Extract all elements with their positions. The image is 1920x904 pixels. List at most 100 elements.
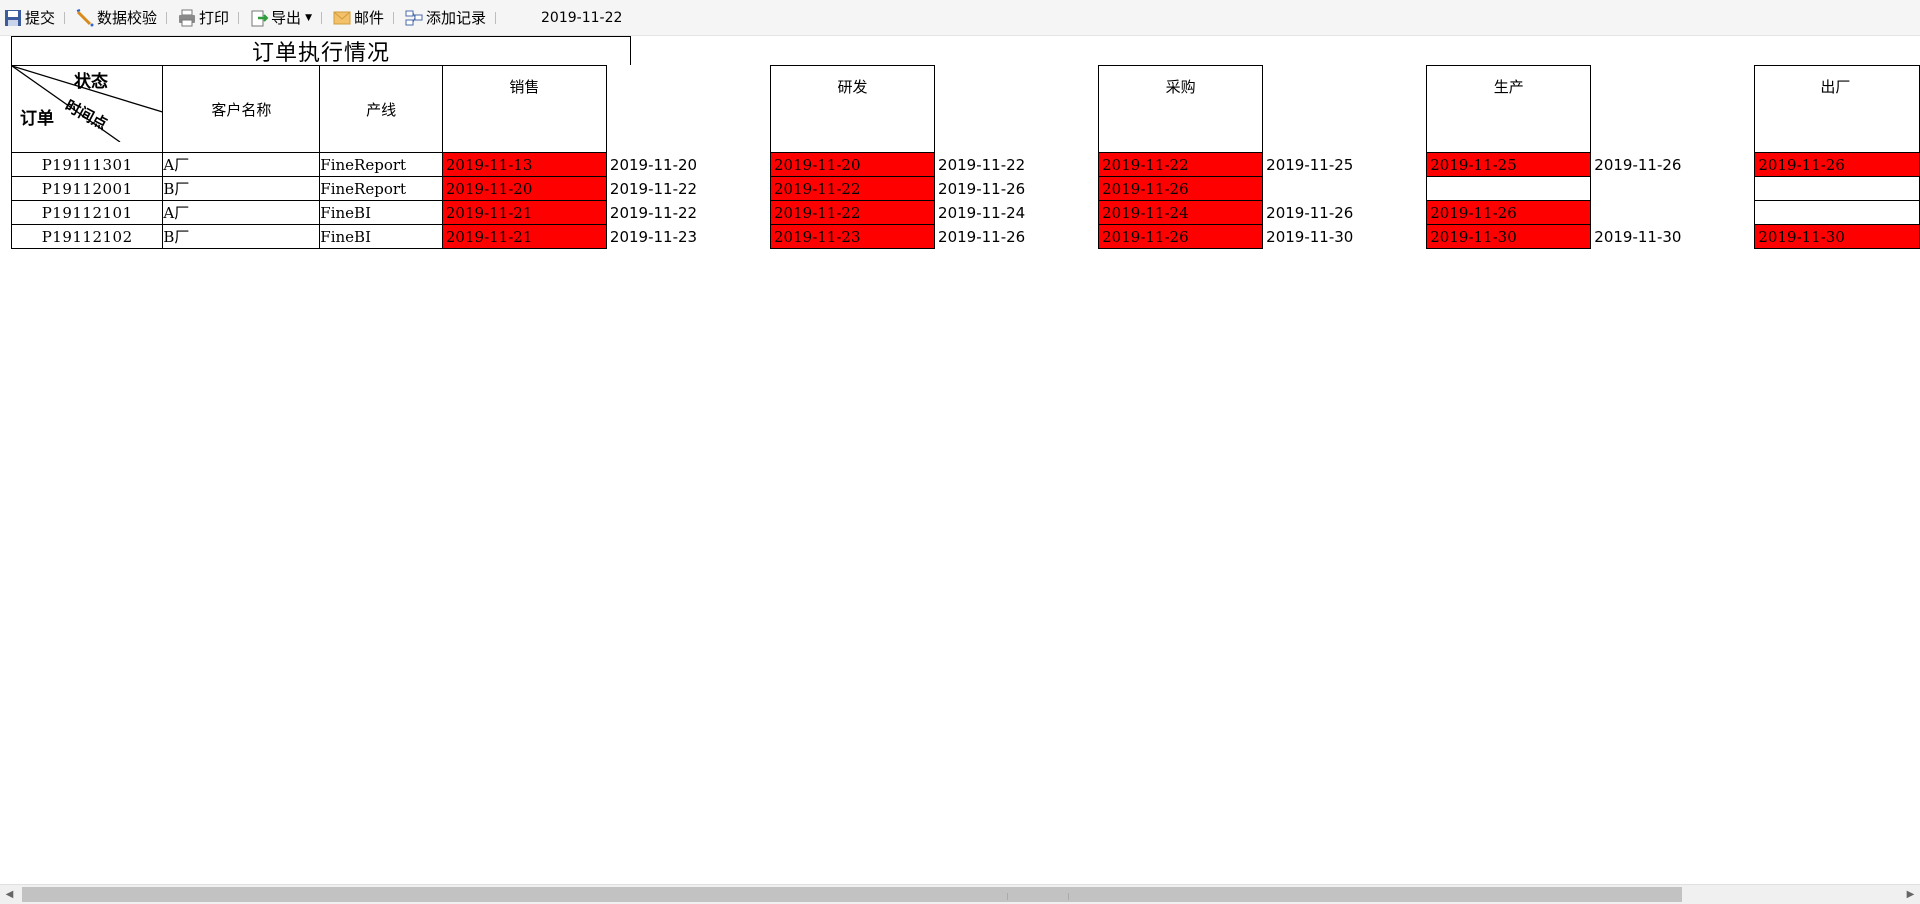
table-row: P19111301 A厂 FineReport 2019-11-13 2019-11-2… xyxy=(10,152,1920,177)
order-cell[interactable]: P19112102 xyxy=(10,224,164,249)
save-icon xyxy=(5,9,21,26)
report-area: 订单执行情况 状态 时间点 订单 客户名称 产线 销售 研发 采购 生产 出厂 … xyxy=(0,36,1920,884)
spacer xyxy=(935,66,1099,153)
stage-plan-cell[interactable]: 2019-11-23 xyxy=(770,224,936,249)
report-grid: 状态 时间点 订单 客户名称 产线 销售 研发 采购 生产 出厂 P191113… xyxy=(10,65,1920,249)
spacer xyxy=(1591,66,1755,153)
add-record-button[interactable]: 添加记录 xyxy=(402,4,488,31)
stage-plan-cell[interactable]: 2019-11-21 xyxy=(441,224,607,249)
stage-actual-cell xyxy=(1591,201,1755,225)
stage-actual-cell: 2019-11-25 xyxy=(1266,155,1354,174)
order-cell[interactable]: P19111301 xyxy=(10,152,164,177)
stage-plan-cell[interactable]: 2019-11-26 xyxy=(1426,200,1592,225)
order-cell[interactable]: P19112101 xyxy=(10,200,164,225)
line-cell[interactable]: FineBI xyxy=(319,224,443,249)
add-record-label: 添加记录 xyxy=(426,9,487,27)
report-title: 订单执行情况 xyxy=(11,36,631,66)
scroll-right-icon[interactable]: ▶ xyxy=(1901,885,1920,904)
line-cell[interactable]: FineReport xyxy=(319,176,443,201)
submit-button[interactable]: 提交 xyxy=(1,4,57,31)
stage-plan-cell[interactable]: 2019-11-30 xyxy=(1426,224,1592,249)
stage-plan-cell[interactable]: 2019-11-22 xyxy=(770,200,936,225)
header-stage-purchase: 采购 xyxy=(1098,65,1264,153)
stage-actual-cell: 2019-11-23 xyxy=(609,227,698,246)
table-row: P19112101 A厂 FineBI 2019-11-21 2019-11-22 201… xyxy=(10,200,1920,225)
horizontal-scrollbar[interactable]: ◀ ▶ xyxy=(0,884,1920,904)
header-order: 订单 xyxy=(20,109,54,129)
stage-actual-cell: 2019-11-22 xyxy=(609,179,698,198)
stage-plan-cell[interactable] xyxy=(1426,176,1592,201)
customer-cell[interactable]: A厂 xyxy=(162,152,321,177)
stage-actual-cell: 2019-11-22 xyxy=(938,155,1026,174)
line-cell[interactable]: FineBI xyxy=(319,200,443,225)
toolbar-separator xyxy=(64,11,66,24)
validate-button[interactable]: 数据校验 xyxy=(73,4,159,31)
stage-plan-cell[interactable] xyxy=(1754,176,1920,201)
submit-label: 提交 xyxy=(25,9,56,27)
stage-actual-cell: 2019-11-26 xyxy=(1594,155,1682,174)
scrollbar-thumb[interactable] xyxy=(22,887,1682,902)
toolbar: 提交 数据校验 打印 导出 ▼ 邮件 添加记录 2019-11-22 xyxy=(0,0,1920,36)
header-line: 产线 xyxy=(319,65,443,153)
stage-plan-cell[interactable]: 2019-11-25 xyxy=(1426,152,1592,177)
customer-cell[interactable]: B厂 xyxy=(162,176,321,201)
toolbar-separator xyxy=(166,11,168,24)
export-label: 导出 xyxy=(271,9,302,27)
validate-label: 数据校验 xyxy=(97,9,158,27)
stage-actual-cell: 2019-11-26 xyxy=(938,227,1026,246)
stage-actual-cell xyxy=(1263,177,1427,201)
stage-actual-cell: 2019-11-24 xyxy=(938,203,1026,222)
spacer xyxy=(606,66,770,153)
spacer xyxy=(1263,66,1427,153)
header-stage-shipping: 出厂 xyxy=(1754,65,1920,153)
header-customer: 客户名称 xyxy=(162,65,321,153)
print-label: 打印 xyxy=(199,9,230,27)
table-row: P19112102 B厂 FineBI 2019-11-21 2019-11-23 201… xyxy=(10,224,1920,249)
chevron-down-icon: ▼ xyxy=(305,12,312,23)
mail-icon xyxy=(333,11,351,24)
scrollbar-grip xyxy=(1007,893,1069,900)
stage-plan-cell[interactable]: 2019-11-13 xyxy=(441,152,607,177)
stage-plan-cell[interactable]: 2019-11-26 xyxy=(1754,152,1920,177)
stage-plan-cell[interactable]: 2019-11-22 xyxy=(1098,152,1264,177)
stage-plan-cell[interactable]: 2019-11-20 xyxy=(441,176,607,201)
stage-actual-cell xyxy=(1591,177,1755,201)
table-row: P19112001 B厂 FineReport 2019-11-20 2019-11-2… xyxy=(10,176,1920,201)
header-row: 状态 时间点 订单 客户名称 产线 销售 研发 采购 生产 出厂 xyxy=(10,65,1920,153)
stage-plan-cell[interactable]: 2019-11-21 xyxy=(441,200,607,225)
toolbar-separator xyxy=(238,11,240,24)
customer-cell[interactable]: A厂 xyxy=(162,200,321,225)
order-cell[interactable]: P19112001 xyxy=(10,176,164,201)
header-stage-production: 生产 xyxy=(1426,65,1592,153)
stage-actual-cell: 2019-11-30 xyxy=(1594,227,1682,246)
stage-plan-cell[interactable]: 2019-11-22 xyxy=(770,176,936,201)
stage-actual-cell: 2019-11-26 xyxy=(938,179,1026,198)
stage-plan-cell[interactable]: 2019-11-26 xyxy=(1098,176,1264,201)
stage-plan-cell[interactable]: 2019-11-30 xyxy=(1754,224,1920,249)
add-record-icon xyxy=(405,10,423,25)
current-date: 2019-11-22 xyxy=(541,9,623,26)
toolbar-separator xyxy=(393,11,394,24)
stage-actual-cell: 2019-11-22 xyxy=(609,203,698,222)
stage-actual-cell: 2019-11-20 xyxy=(609,155,698,174)
print-button[interactable]: 打印 xyxy=(175,4,231,31)
customer-cell[interactable]: B厂 xyxy=(162,224,321,249)
header-status: 状态 xyxy=(74,72,108,92)
export-button[interactable]: 导出 ▼ xyxy=(247,4,314,31)
stage-actual-cell: 2019-11-26 xyxy=(1266,203,1354,222)
toolbar-separator xyxy=(495,11,497,24)
printer-icon xyxy=(179,9,196,26)
mail-label: 邮件 xyxy=(353,9,384,27)
stage-plan-cell[interactable] xyxy=(1754,200,1920,225)
stage-plan-cell[interactable]: 2019-11-26 xyxy=(1098,224,1264,249)
scroll-left-icon[interactable]: ◀ xyxy=(0,885,19,904)
header-stage-sales: 销售 xyxy=(441,65,607,153)
mail-button[interactable]: 邮件 xyxy=(330,4,386,31)
header-stage-rd: 研发 xyxy=(770,65,936,153)
stage-plan-cell[interactable]: 2019-11-20 xyxy=(770,152,936,177)
export-icon xyxy=(251,10,269,26)
line-cell[interactable]: FineReport xyxy=(319,152,443,177)
toolbar-separator xyxy=(320,11,322,24)
validate-pencil-icon xyxy=(76,8,94,26)
stage-plan-cell[interactable]: 2019-11-24 xyxy=(1098,200,1264,225)
